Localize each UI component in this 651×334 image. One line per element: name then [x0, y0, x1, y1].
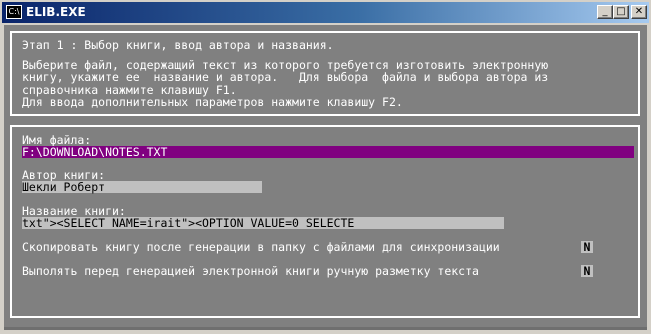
author-field[interactable]: Шекли Роберт: [22, 181, 262, 193]
copy-after-generation-label: Скопировать книгу после генерации в папк…: [22, 240, 500, 254]
console-area: Этап 1 : Выбор книги, ввод автора и назв…: [4, 25, 647, 330]
book-title-field[interactable]: txt"><SELECT NAME=irait"><OPTION VALUE=0…: [22, 217, 504, 229]
close-button[interactable]: ✕: [631, 5, 647, 19]
window-title: ELIB.EXE: [26, 5, 86, 19]
title-bar[interactable]: C:\ ELIB.EXE _ □ ✕: [2, 2, 649, 23]
minimize-button[interactable]: _: [597, 5, 613, 19]
instruction-line: Для ввода дополнительных параметров нажм…: [22, 95, 403, 109]
file-name-field[interactable]: F:\DOWNLOAD\NOTES.TXT: [22, 146, 634, 158]
copy-after-generation-toggle[interactable]: N: [581, 241, 593, 253]
console-icon[interactable]: C:\: [6, 5, 22, 19]
manual-markup-toggle[interactable]: N: [581, 265, 593, 277]
maximize-button[interactable]: □: [613, 5, 629, 19]
console-window: C:\ ELIB.EXE _ □ ✕ Этап 1 : Выбор книги,…: [0, 0, 651, 334]
console-bottom-edge: [4, 327, 647, 330]
manual-markup-label: Выполять перед генерацией электронной кн…: [22, 264, 479, 278]
stage-title: Этап 1 : Выбор книги, ввод автора и назв…: [22, 38, 334, 52]
